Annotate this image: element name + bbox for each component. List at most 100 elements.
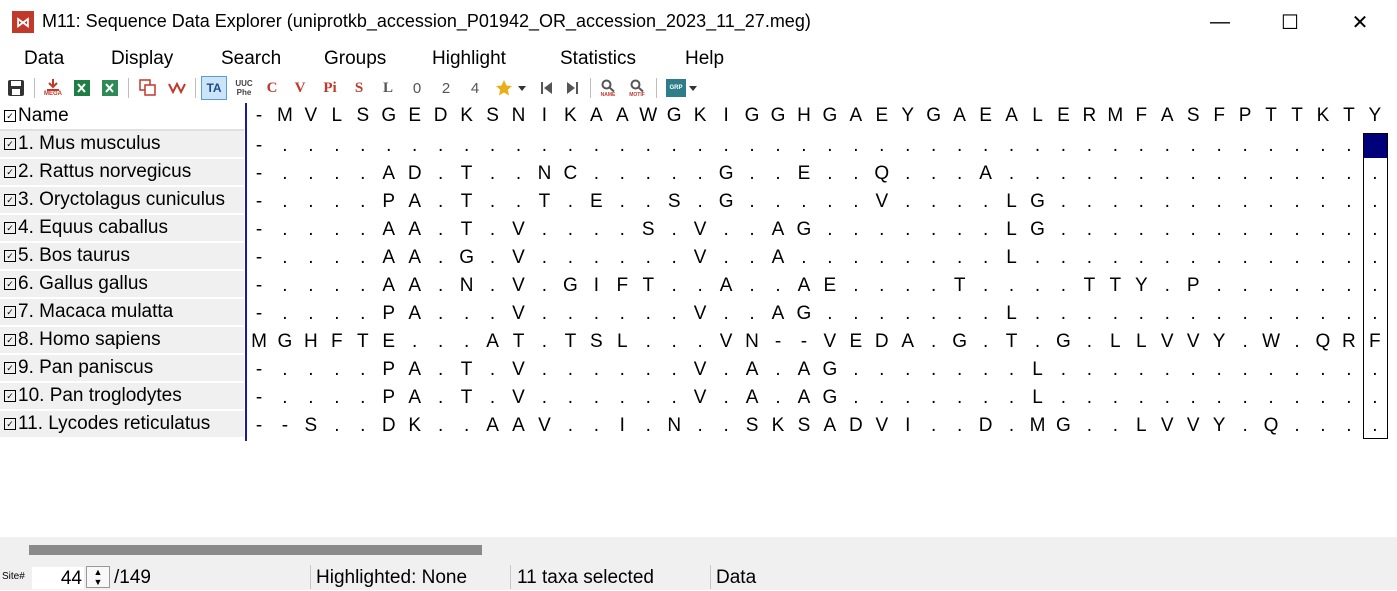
menu-data[interactable]: Data [24, 48, 64, 70]
sequence-cell[interactable]: E [1050, 105, 1076, 127]
sequence-cell[interactable]: G [1025, 219, 1051, 241]
sequence-cell[interactable]: . [1128, 163, 1154, 185]
sequence-cell[interactable]: - [246, 247, 272, 269]
sequence-cell[interactable]: I [531, 105, 557, 127]
sequence-cell[interactable]: G [557, 275, 583, 297]
name-column-header[interactable]: ✓ Name [0, 103, 244, 131]
sequence-cell[interactable]: . [272, 219, 298, 241]
sequence-cell[interactable]: . [1076, 359, 1102, 381]
sequence-cell[interactable]: A [843, 105, 869, 127]
sequence-cell[interactable]: . [817, 247, 843, 269]
sequence-cell[interactable]: . [739, 247, 765, 269]
sequence-cell[interactable]: . [1206, 163, 1232, 185]
sequence-cell[interactable]: L [1025, 359, 1051, 381]
sequence-cell[interactable]: . [1336, 359, 1362, 381]
sequence-cell[interactable]: . [713, 219, 739, 241]
menu-search[interactable]: Search [221, 48, 281, 70]
sequence-cell[interactable]: M [1025, 415, 1051, 437]
sequence-cell[interactable]: V [506, 359, 532, 381]
sequence-cell[interactable]: . [428, 359, 454, 381]
sequence-cell[interactable]: . [454, 415, 480, 437]
sequence-cell[interactable]: . [402, 331, 428, 353]
sequence-cell[interactable]: D [376, 415, 402, 437]
sequence-cell[interactable]: . [1102, 387, 1128, 409]
sequence-cell[interactable]: K [402, 415, 428, 437]
sequence-cell[interactable]: . [661, 135, 687, 157]
sequence-cell[interactable]: A [765, 247, 791, 269]
sequence-cell[interactable]: A [947, 105, 973, 127]
sequence-cell[interactable]: . [609, 303, 635, 325]
sequence-cell[interactable]: . [843, 303, 869, 325]
sequence-cell[interactable]: . [947, 387, 973, 409]
sequence-cell[interactable]: I [713, 105, 739, 127]
sequence-cell[interactable]: . [350, 275, 376, 297]
sequence-cell[interactable]: . [298, 247, 324, 269]
sequence-cell[interactable]: . [583, 303, 609, 325]
sequence-cell[interactable]: M [272, 105, 298, 127]
sequence-cell[interactable]: . [1310, 387, 1336, 409]
sequence-cell[interactable]: D [869, 331, 895, 353]
sequence-cell[interactable]: . [1258, 135, 1284, 157]
sequence-cell[interactable]: - [246, 359, 272, 381]
sequence-cell[interactable]: . [506, 191, 532, 213]
sequence-cell[interactable]: V [506, 275, 532, 297]
sequence-cell[interactable]: . [1102, 191, 1128, 213]
sequence-cell[interactable]: . [428, 247, 454, 269]
sequence-cell[interactable]: D [402, 163, 428, 185]
taxon-checkbox[interactable]: ✓ [4, 334, 16, 346]
sequence-cell[interactable]: . [324, 303, 350, 325]
sequence-cell[interactable]: I [895, 415, 921, 437]
sequence-cell[interactable]: . [1025, 247, 1051, 269]
sequence-cell[interactable]: . [947, 163, 973, 185]
sequence-cell[interactable]: . [1180, 191, 1206, 213]
sequence-cell[interactable]: . [973, 331, 999, 353]
sequence-cell[interactable]: . [298, 191, 324, 213]
sequence-cell[interactable]: Q [1258, 415, 1284, 437]
sequence-cell[interactable]: . [1232, 415, 1258, 437]
sequence-cell[interactable]: . [843, 275, 869, 297]
sequence-cell[interactable]: T [506, 331, 532, 353]
sequence-cell[interactable]: F [1128, 105, 1154, 127]
sequence-cell[interactable]: N [454, 275, 480, 297]
sequence-cell[interactable]: . [298, 359, 324, 381]
sequence-cell[interactable]: . [1310, 275, 1336, 297]
sequence-cell[interactable]: . [739, 275, 765, 297]
sequence-cell[interactable]: . [324, 219, 350, 241]
taxon-row[interactable]: ✓ 3. Oryctolagus cuniculus [0, 187, 244, 215]
sequence-cell[interactable]: I [609, 415, 635, 437]
sequence-cell[interactable]: T [557, 331, 583, 353]
sequence-cell[interactable]: . [1102, 415, 1128, 437]
sequence-cell[interactable]: . [713, 247, 739, 269]
sequence-cell[interactable]: . [1310, 303, 1336, 325]
sequence-cell[interactable]: T [947, 275, 973, 297]
sequence-cell[interactable]: D [428, 105, 454, 127]
sequence-cell[interactable]: . [1154, 135, 1180, 157]
sequence-cell[interactable]: . [1258, 219, 1284, 241]
nucleotide-toggle-button[interactable]: TA [201, 76, 227, 100]
sequence-cell[interactable]: . [947, 135, 973, 157]
sequence-cell[interactable]: . [817, 163, 843, 185]
sequence-cell[interactable]: . [480, 219, 506, 241]
sequence-cell[interactable]: V [687, 387, 713, 409]
sequence-cell[interactable]: M [246, 331, 272, 353]
sequence-cell[interactable]: E [791, 163, 817, 185]
sequence-cell[interactable]: . [895, 247, 921, 269]
sequence-cell[interactable]: . [583, 415, 609, 437]
sequence-cell[interactable]: . [1258, 303, 1284, 325]
taxon-row[interactable]: ✓ 2. Rattus norvegicus [0, 159, 244, 187]
sequence-cell[interactable]: H [791, 105, 817, 127]
sequence-cell[interactable]: . [687, 191, 713, 213]
sequence-cell[interactable]: . [1310, 247, 1336, 269]
sequence-cell[interactable]: . [635, 303, 661, 325]
sequence-cell[interactable]: . [1336, 247, 1362, 269]
sequence-cell[interactable]: S [583, 331, 609, 353]
taxon-row[interactable]: ✓ 8. Homo sapiens [0, 327, 244, 355]
sequence-cell[interactable]: . [609, 387, 635, 409]
sequence-cell[interactable]: . [1050, 247, 1076, 269]
next-site-icon[interactable] [563, 76, 583, 100]
sequence-cell[interactable]: H [298, 331, 324, 353]
minimize-button[interactable]: — [1202, 6, 1238, 38]
sequence-cell[interactable]: . [1102, 163, 1128, 185]
sequence-cell[interactable]: . [895, 191, 921, 213]
sequence-cell[interactable]: . [506, 135, 532, 157]
